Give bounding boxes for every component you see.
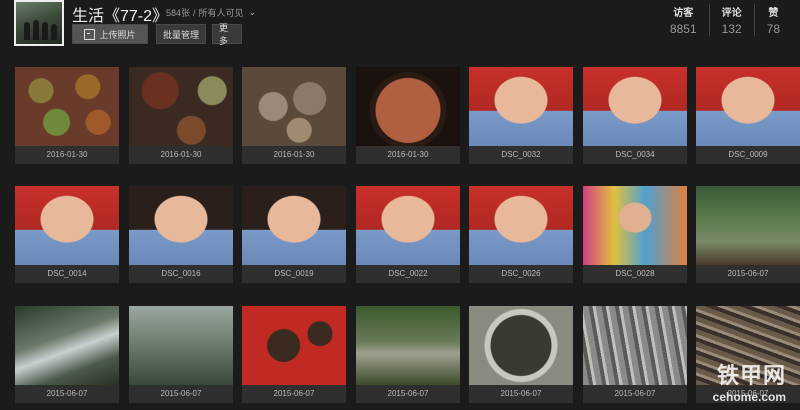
photo-tile[interactable]: DSC_0032 [469,67,573,164]
photo-tile[interactable]: DSC_0026 [469,186,573,283]
photo-thumbnail[interactable] [583,186,687,265]
photo-thumbnail[interactable] [583,306,687,385]
batch-manage-button[interactable]: 批量管理 [156,24,206,44]
photo-thumbnail[interactable] [356,306,460,385]
photo-thumbnail[interactable] [129,306,233,385]
photo-thumbnail[interactable] [242,186,346,265]
photo-tile[interactable]: DSC_0016 [129,186,233,283]
photo-thumbnail[interactable] [242,306,346,385]
photo-thumbnail[interactable] [129,67,233,146]
album-stats: 访客 8851 评论 132 赞 78 [658,4,792,36]
chevron-down-icon[interactable]: ⌄ [249,7,257,18]
photo-caption: 2015-06-07 [696,265,800,283]
stat-visitors: 访客 8851 [658,4,709,36]
photo-caption: DSC_0019 [242,265,346,283]
album-header: 生活《77-2》 584张 / 所有人可见 ⌄ 上传照片 批量管理 更多 访客 … [0,0,800,56]
stat-value: 132 [721,22,742,36]
photo-caption: 2015-06-07 [129,385,233,403]
photo-caption: 2015-06-07 [15,385,119,403]
album-title: 生活《77-2》 [72,8,169,25]
stat-comments[interactable]: 评论 132 [708,4,754,36]
photo-tile[interactable]: 2016-01-30 [15,67,119,164]
photo-tile[interactable]: 2016-01-30 [129,67,233,164]
album-cover-thumbnail[interactable] [14,0,64,46]
photo-thumbnail[interactable] [469,306,573,385]
photo-thumbnail[interactable] [469,186,573,265]
photo-count: 584张 [166,8,191,18]
photo-tile[interactable]: 2016-01-30 [356,67,460,164]
stat-label: 赞 [768,8,779,19]
stat-likes[interactable]: 赞 78 [753,4,792,36]
photo-tile[interactable]: DSC_0028 [583,186,687,283]
photo-caption: DSC_0009 [696,146,800,164]
photo-caption: DSC_0022 [356,265,460,283]
photo-thumbnail[interactable] [583,67,687,146]
stat-label: 评论 [721,8,742,19]
photo-thumbnail[interactable] [129,186,233,265]
photo-thumbnail[interactable] [15,67,119,146]
photo-caption: DSC_0028 [583,265,687,283]
photo-caption: 2015-06-07 [583,385,687,403]
photo-caption: DSC_0034 [583,146,687,164]
stat-value: 8851 [669,22,697,36]
photo-tile[interactable]: DSC_0009 [696,67,800,164]
photo-tile[interactable]: 2016-01-30 [242,67,346,164]
photo-thumbnail[interactable] [15,186,119,265]
photo-tile[interactable]: 2015-06-07 [696,186,800,283]
photo-thumbnail[interactable] [696,186,800,265]
photo-caption: DSC_0014 [15,265,119,283]
photo-tile[interactable]: DSC_0034 [583,67,687,164]
album-meta: 584张 / 所有人可见 ⌄ [166,6,257,19]
watermark-logo: 铁甲网 cehome.com [713,358,786,404]
photo-tile[interactable]: 2015-06-07 [15,306,119,403]
photo-caption: 2015-06-07 [356,385,460,403]
photo-thumbnail[interactable] [242,67,346,146]
photo-tile[interactable]: DSC_0019 [242,186,346,283]
stat-value: 78 [766,22,780,36]
upload-icon [84,28,96,40]
photo-tile[interactable]: DSC_0022 [356,186,460,283]
photo-caption: DSC_0032 [469,146,573,164]
photo-caption: 2015-06-07 [469,385,573,403]
photo-caption: 2016-01-30 [356,146,460,164]
upload-label: 上传照片 [99,29,136,40]
photo-thumbnail[interactable] [469,67,573,146]
photo-tile[interactable]: 2015-06-07 [583,306,687,403]
more-button[interactable]: 更多 [212,23,242,46]
visibility-dropdown[interactable]: 所有人可见 [199,6,244,19]
upload-photo-button[interactable]: 上传照片 [72,24,148,44]
photo-caption: DSC_0026 [469,265,573,283]
photo-tile[interactable]: 2015-06-07 [129,306,233,403]
watermark-text: 铁甲网 [716,363,786,388]
photo-thumbnail[interactable] [15,306,119,385]
photo-caption: 2016-01-30 [129,146,233,164]
stat-label: 访客 [673,8,694,19]
photo-tile[interactable]: 2015-06-07 [469,306,573,403]
photo-caption: 2016-01-30 [15,146,119,164]
photo-thumbnail[interactable] [356,67,460,146]
photo-caption: 2016-01-30 [242,146,346,164]
photo-tile[interactable]: 2015-06-07 [356,306,460,403]
photo-thumbnail[interactable] [356,186,460,265]
photo-tile[interactable]: DSC_0014 [15,186,119,283]
watermark-url: cehome.com [712,390,786,404]
photo-thumbnail[interactable] [696,67,800,146]
photo-tile[interactable]: 2015-06-07 [242,306,346,403]
photo-caption: DSC_0016 [129,265,233,283]
photo-caption: 2015-06-07 [242,385,346,403]
